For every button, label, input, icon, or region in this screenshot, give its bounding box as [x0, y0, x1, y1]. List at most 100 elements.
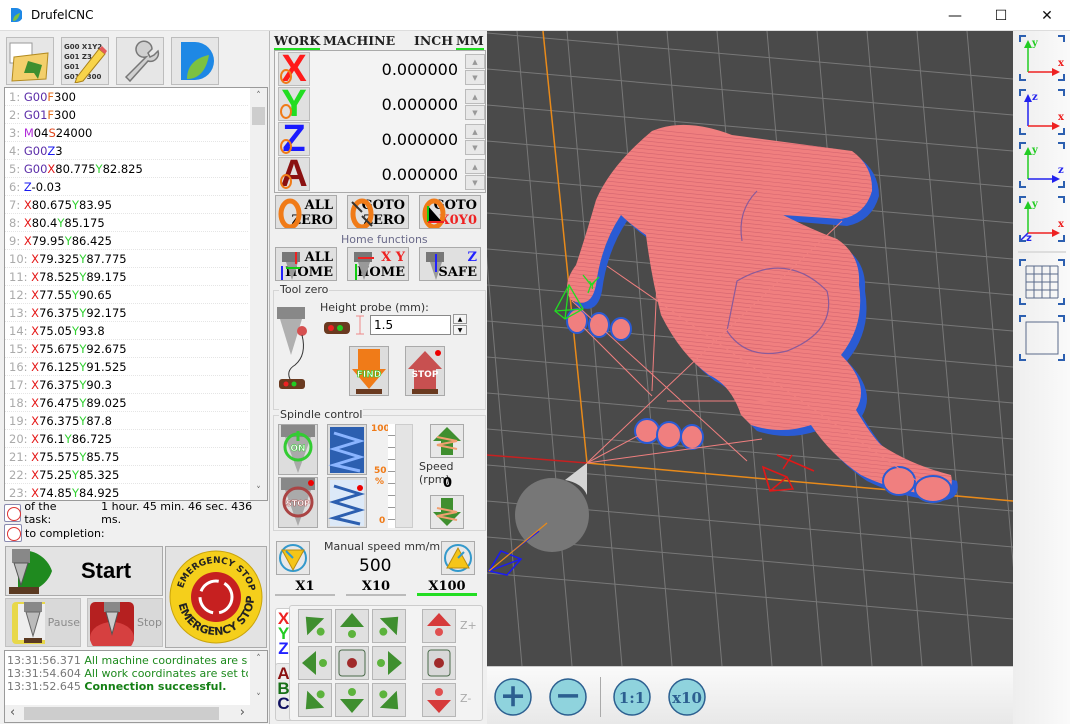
- zoom-1-1-button[interactable]: 1:1: [609, 674, 655, 720]
- view-xy-button[interactable]: yx: [1018, 34, 1066, 82]
- gcode-line[interactable]: 10: X79.325Y87.775: [5, 250, 248, 268]
- gcode-line[interactable]: 23: X74.85Y84.925: [5, 484, 248, 500]
- open-gcode-button[interactable]: [6, 37, 54, 85]
- gcode-line[interactable]: 9: X79.95Y86.425: [5, 232, 248, 250]
- gcode-line[interactable]: 15: X75.675Y92.675: [5, 340, 248, 358]
- jog-z-up-button[interactable]: [422, 609, 456, 643]
- log-hscroll-thumb[interactable]: [24, 707, 219, 720]
- jog-up-left-button[interactable]: [298, 609, 332, 643]
- gcode-line[interactable]: 16: X76.125Y91.525: [5, 358, 248, 376]
- goto-zero-button[interactable]: GOTO ZERO: [347, 195, 409, 229]
- viewport-canvas[interactable]: Y: [487, 31, 1013, 666]
- spindle-ccw-button[interactable]: [327, 477, 367, 528]
- speed-up-button[interactable]: [430, 424, 464, 458]
- axis-spin-up[interactable]: ▲: [465, 54, 485, 69]
- axis-spin-down[interactable]: ▼: [465, 140, 485, 155]
- jog-z-down-button[interactable]: [422, 683, 456, 717]
- jog-z-stop-button[interactable]: [422, 646, 456, 680]
- gcode-line[interactable]: 3: M04S24000: [5, 124, 248, 142]
- all-zero-button[interactable]: ALL ZERO: [275, 195, 337, 229]
- gcode-line[interactable]: 19: X76.375Y87.8: [5, 412, 248, 430]
- jog-up-button[interactable]: [335, 609, 369, 643]
- jog-left-button[interactable]: [298, 646, 332, 680]
- zero-z-button[interactable]: Z: [278, 120, 310, 158]
- jog-down-button[interactable]: [335, 683, 369, 717]
- zero-a-button[interactable]: A: [278, 155, 310, 193]
- grid-toggle-button[interactable]: [1018, 258, 1066, 306]
- xy-home-button[interactable]: X Y HOME: [347, 247, 409, 281]
- multiplier-x10[interactable]: X10: [346, 580, 406, 596]
- axis-spin-up[interactable]: ▲: [465, 124, 485, 139]
- view-yz-button[interactable]: yz: [1018, 141, 1066, 189]
- log-scroll-right-icon[interactable]: ›: [240, 705, 245, 720]
- spindle-speed-slider[interactable]: 100 50 % 0: [371, 424, 413, 528]
- zoom-x10-button[interactable]: x10: [664, 674, 710, 720]
- gcode-line[interactable]: 17: X76.375Y90.3: [5, 376, 248, 394]
- manual-speed-value[interactable]: 500: [359, 556, 391, 576]
- gcode-line[interactable]: 7: X80.675Y83.95: [5, 196, 248, 214]
- minimize-button[interactable]: —: [932, 0, 978, 31]
- log-vscrollbar[interactable]: ˄ ˅: [250, 651, 267, 707]
- probe-up-button[interactable]: ▲: [453, 314, 467, 324]
- gcode-line[interactable]: 4: G00Z3: [5, 142, 248, 160]
- stop-probe-button[interactable]: STOP: [405, 346, 445, 396]
- scroll-up-icon[interactable]: ˄: [250, 88, 267, 105]
- gcode-line[interactable]: 6: Z-0.03: [5, 178, 248, 196]
- bounds-toggle-button[interactable]: [1018, 314, 1066, 362]
- tab-inch[interactable]: INCH: [414, 33, 453, 48]
- z-safe-button[interactable]: Z SAFE: [419, 247, 481, 281]
- zoom-out-button[interactable]: −: [545, 674, 591, 720]
- axis-spin-down[interactable]: ▼: [465, 70, 485, 85]
- gcode-scrollbar[interactable]: ˄ ˅: [250, 88, 267, 500]
- about-button[interactable]: [171, 37, 219, 85]
- emergency-stop-button[interactable]: EMERGENCY STOP EMERGENCY STOP: [165, 546, 267, 648]
- axis-spin-down[interactable]: ▼: [465, 175, 485, 190]
- view-iso-button[interactable]: y x z: [1018, 195, 1066, 244]
- find-probe-button[interactable]: FIND: [349, 346, 389, 396]
- jog-down-left-button[interactable]: [298, 683, 332, 717]
- manual-speed-down-button[interactable]: [276, 541, 310, 575]
- gcode-line[interactable]: 20: X76.1Y86.725: [5, 430, 248, 448]
- gcode-line[interactable]: 11: X78.525Y89.175: [5, 268, 248, 286]
- multiplier-x100[interactable]: X100: [417, 580, 477, 596]
- gcode-line[interactable]: 5: G00X80.775Y82.825: [5, 160, 248, 178]
- toolpath-3d-viewport[interactable]: Y: [487, 31, 1013, 666]
- gcode-list[interactable]: 1: G00F300 2: G01F300 3: M04S24000 4: G00Z3…: [4, 87, 268, 501]
- all-home-button[interactable]: ALL HOME: [275, 247, 337, 281]
- log-scroll-left-icon[interactable]: ‹: [10, 705, 15, 720]
- gcode-line[interactable]: 18: X76.475Y89.025: [5, 394, 248, 412]
- spindle-on-button[interactable]: ON: [278, 424, 318, 475]
- log-scroll-up-icon[interactable]: ˄: [250, 651, 267, 668]
- axis-spin-up[interactable]: ▲: [465, 159, 485, 174]
- zero-x-button[interactable]: X: [278, 50, 310, 88]
- probe-down-button[interactable]: ▼: [453, 325, 467, 335]
- manual-speed-up-button[interactable]: [441, 541, 475, 575]
- gcode-line[interactable]: 1: G00F300: [5, 88, 248, 106]
- edit-gcode-button[interactable]: G00 X1Y2 G01 Z3 G01 G01 F300: [61, 37, 109, 85]
- tab-machine[interactable]: MACHINE: [323, 33, 395, 48]
- pause-button[interactable]: Pause: [5, 598, 81, 647]
- gcode-line[interactable]: 12: X77.55Y90.65: [5, 286, 248, 304]
- gcode-line[interactable]: 21: X75.575Y85.75: [5, 448, 248, 466]
- jog-right-button[interactable]: [372, 646, 406, 680]
- speed-down-button[interactable]: [430, 495, 464, 529]
- probe-height-input[interactable]: 1.5: [370, 315, 451, 335]
- spindle-cw-button[interactable]: [327, 424, 367, 475]
- gcode-line[interactable]: 22: X75.25Y85.325: [5, 466, 248, 484]
- settings-button[interactable]: [116, 37, 164, 85]
- tab-mm[interactable]: MM: [456, 33, 484, 51]
- jog-up-right-button[interactable]: [372, 609, 406, 643]
- zoom-in-button[interactable]: +: [490, 674, 536, 720]
- scroll-thumb[interactable]: [252, 107, 265, 125]
- event-log[interactable]: 13:31:56.371 All machine coordinates are…: [4, 650, 268, 723]
- view-xz-button[interactable]: zx: [1018, 88, 1066, 136]
- jog-down-right-button[interactable]: [372, 683, 406, 717]
- axis-spin-down[interactable]: ▼: [465, 105, 485, 120]
- gcode-line[interactable]: 13: X76.375Y92.175: [5, 304, 248, 322]
- gcode-line[interactable]: 2: G01F300: [5, 106, 248, 124]
- spindle-stop-button[interactable]: STOP: [278, 477, 318, 528]
- start-button[interactable]: Start: [5, 546, 163, 596]
- log-hscrollbar[interactable]: ‹ ›: [5, 705, 267, 722]
- goto-x0y0-button[interactable]: GOTO X0Y0: [419, 195, 481, 229]
- slider-track[interactable]: [395, 424, 413, 528]
